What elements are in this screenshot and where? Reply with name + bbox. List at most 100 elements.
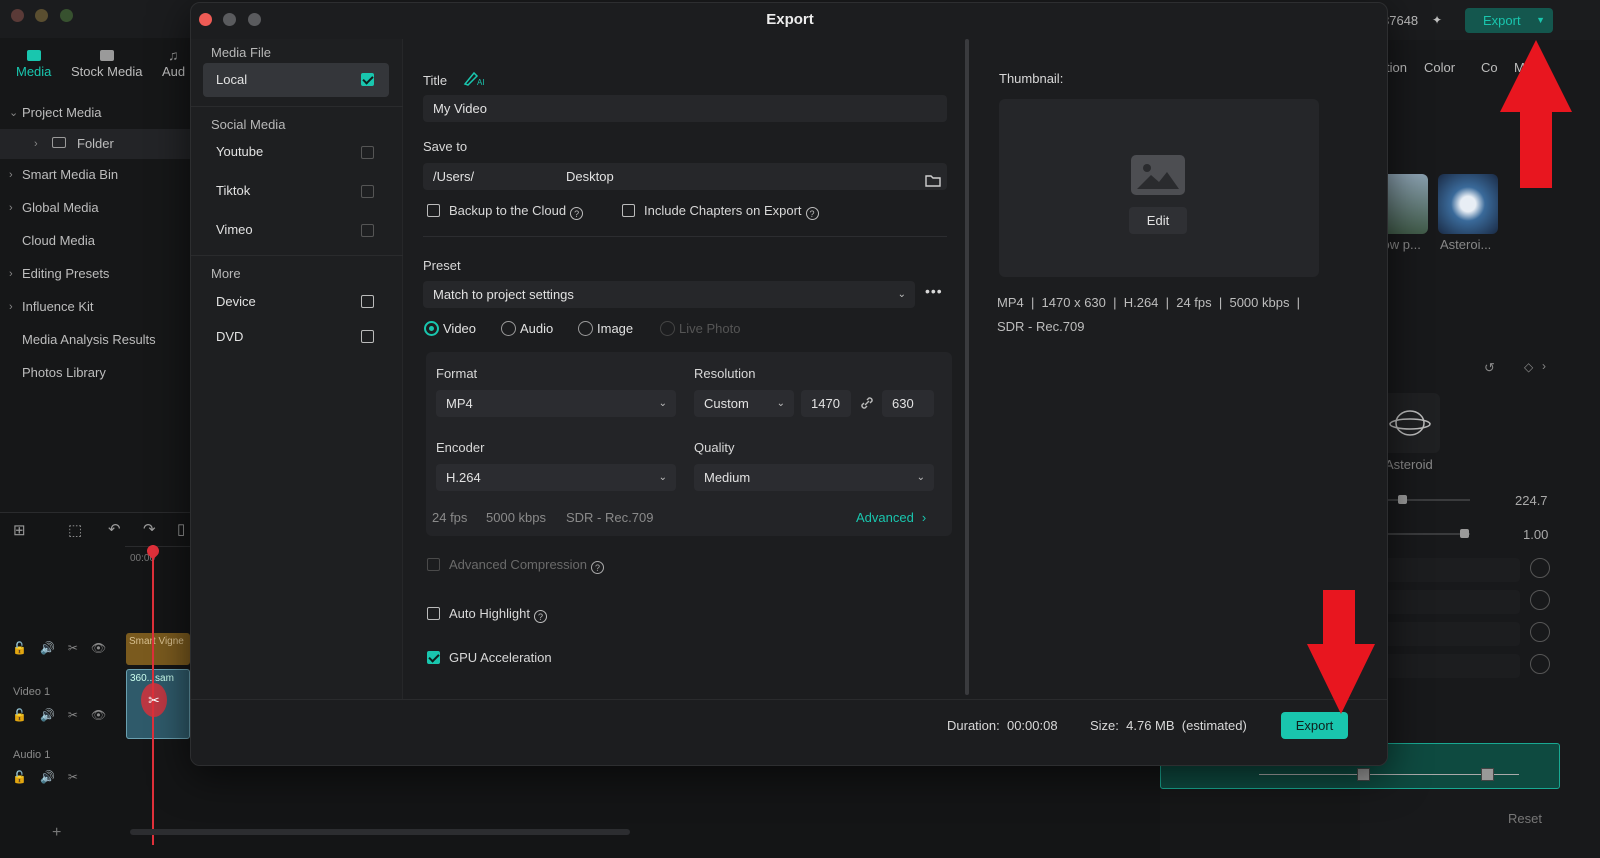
preset-select[interactable]: Match to project settings ⌄ <box>423 281 915 308</box>
tab-color[interactable]: Color <box>1424 60 1455 75</box>
link-icon[interactable] <box>859 395 875 414</box>
tree-label: Media Analysis Results <box>22 332 156 347</box>
chevron-down-icon: ⌄ <box>658 398 667 409</box>
tree-smart-media-bin[interactable]: › Smart Media Bin <box>0 160 190 190</box>
target-vimeo[interactable]: Vimeo <box>203 213 389 247</box>
undo-icon[interactable]: ↶ <box>108 520 121 538</box>
value-readout[interactable]: 224.7 <box>1515 493 1548 508</box>
type-image-label: Image <box>597 321 634 336</box>
dial-icon[interactable] <box>1530 654 1550 674</box>
effect-thumbnail-asteroid[interactable] <box>1438 174 1498 234</box>
title-input[interactable]: My Video <box>423 95 947 122</box>
tab-media[interactable]: Media <box>16 48 51 79</box>
ai-edit-icon[interactable]: AI <box>463 69 485 90</box>
tab-audio[interactable]: ♫ Aud <box>162 47 185 79</box>
tab-stock-media[interactable]: Stock Media <box>71 48 143 79</box>
window-close-button[interactable] <box>11 9 24 22</box>
tree-global-media[interactable]: › Global Media <box>0 193 190 223</box>
export-target-sidebar: Media File Local Social Media Youtube Ti… <box>191 39 403 719</box>
chevron-right-icon: › <box>9 301 13 313</box>
grid-icon[interactable]: ⊞ <box>13 521 26 539</box>
include-chapters-checkbox[interactable] <box>622 204 635 217</box>
export-button[interactable]: Export <box>1281 712 1348 739</box>
arrow-up-icon <box>1500 40 1572 188</box>
window-zoom-button[interactable] <box>60 9 73 22</box>
asteroid-preset[interactable] <box>1380 393 1440 453</box>
dvd-checkbox[interactable] <box>361 330 374 343</box>
slider-knob[interactable] <box>1460 529 1469 538</box>
track-label-audio: Audio 1 <box>13 749 51 761</box>
folder-icon[interactable] <box>925 169 941 196</box>
keyframe-icon[interactable]: ◇ <box>1524 360 1533 374</box>
auto-highlight-checkbox[interactable] <box>427 607 440 620</box>
keyframe-marker[interactable] <box>1357 768 1370 781</box>
height-input[interactable]: 630 <box>882 390 934 417</box>
thumbnail-preview[interactable]: Edit <box>999 99 1319 277</box>
timeline-scrollbar[interactable] <box>130 829 630 835</box>
value-readout[interactable]: 1.00 <box>1523 527 1548 542</box>
target-dvd[interactable]: DVD <box>203 320 389 354</box>
tree-influence-kit[interactable]: › Influence Kit <box>0 292 190 322</box>
youtube-checkbox[interactable] <box>361 146 374 159</box>
tree-cloud-media[interactable]: Cloud Media <box>0 226 190 256</box>
reset-icon[interactable]: ↺ <box>1484 360 1495 376</box>
help-icon[interactable]: ? <box>533 610 547 623</box>
local-checkbox[interactable] <box>361 73 374 86</box>
dialog-title: Export <box>766 11 814 28</box>
tab-color-match[interactable]: Co <box>1481 60 1498 75</box>
thumbnail-label: Thumbnail: <box>999 71 1064 86</box>
quality-label: Quality <box>694 440 735 455</box>
tree-photos-library[interactable]: Photos Library <box>0 358 190 388</box>
vimeo-checkbox[interactable] <box>361 224 374 237</box>
target-local[interactable]: Local <box>203 63 389 97</box>
quality-select[interactable]: Medium ⌄ <box>694 464 934 491</box>
tree-editing-presets[interactable]: › Editing Presets <box>0 259 190 289</box>
track-controls[interactable]: 🔓🔊✂👁 <box>12 641 119 655</box>
advanced-link[interactable]: Advanced › <box>856 510 926 525</box>
export-dialog: Export Media File Local Social Media You… <box>190 2 1388 766</box>
redo-icon[interactable]: ↷ <box>143 520 156 538</box>
slider-knob[interactable] <box>1398 495 1407 504</box>
add-track-icon[interactable]: + <box>52 824 61 842</box>
effect-clip[interactable]: Smart Vigne <box>126 633 190 665</box>
scissors-icon[interactable]: ✂ <box>141 683 167 717</box>
thumbnail-edit-button[interactable]: Edit <box>1129 207 1187 234</box>
encoder-label: Encoder <box>436 440 485 455</box>
reset-button[interactable]: Reset <box>1508 811 1542 826</box>
gpu-acceleration-checkbox[interactable] <box>427 651 440 664</box>
keyframe-marker[interactable] <box>1481 768 1494 781</box>
size-readout: Size: 4.76 MB (estimated) <box>1090 718 1247 733</box>
track-controls[interactable]: 🔓🔊✂ <box>12 770 91 784</box>
tree-project-media[interactable]: ⌄ Project Media <box>0 98 190 128</box>
dial-icon[interactable] <box>1530 558 1550 578</box>
resolution-select[interactable]: Custom ⌄ <box>694 390 794 417</box>
window-minimize-button[interactable] <box>35 9 48 22</box>
chevron-right-icon[interactable]: › <box>1542 359 1546 373</box>
format-select[interactable]: MP4 ⌄ <box>436 390 676 417</box>
help-icon[interactable]: ? <box>591 561 605 574</box>
dial-icon[interactable] <box>1530 622 1550 642</box>
preset-value: Match to project settings <box>433 287 574 302</box>
width-input[interactable]: 1470 <box>801 390 851 417</box>
delete-icon[interactable]: ▯ <box>177 520 185 538</box>
device-checkbox[interactable] <box>361 295 374 308</box>
dial-icon[interactable] <box>1530 590 1550 610</box>
select-tool-icon[interactable]: ⬚ <box>68 521 82 539</box>
help-icon[interactable]: ? <box>570 207 584 220</box>
help-icon[interactable]: ? <box>805 207 819 220</box>
advanced-compression-label: Advanced Compression <box>449 557 588 572</box>
target-tiktok[interactable]: Tiktok <box>203 174 389 208</box>
encoder-select[interactable]: H.264 ⌄ <box>436 464 676 491</box>
more-options-icon[interactable]: ••• <box>925 283 943 299</box>
target-device[interactable]: Device <box>203 285 389 319</box>
top-export-button[interactable]: Export ▼ <box>1465 8 1553 33</box>
track-controls[interactable]: 🔓🔊✂👁 <box>12 708 119 722</box>
tree-label: Folder <box>77 136 114 151</box>
tiktok-checkbox[interactable] <box>361 185 374 198</box>
save-path-field[interactable]: /Users/ Desktop <box>423 163 947 190</box>
backup-cloud-checkbox[interactable] <box>427 204 440 217</box>
tree-media-analysis[interactable]: Media Analysis Results <box>0 325 190 355</box>
panel-splitter[interactable] <box>965 39 969 695</box>
tree-folder[interactable]: › Folder <box>0 129 190 159</box>
target-youtube[interactable]: Youtube <box>203 135 389 169</box>
